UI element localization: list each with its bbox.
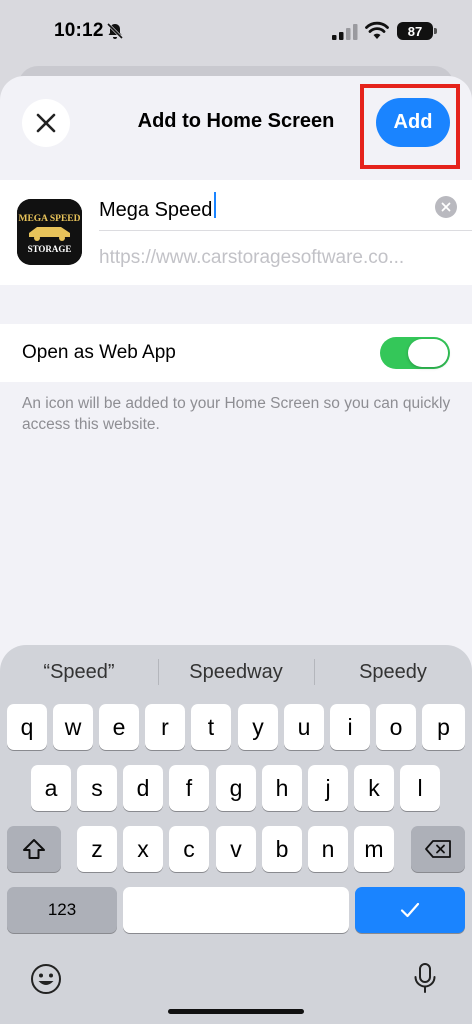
- logo-text-top: MEGA SPEED: [18, 214, 80, 224]
- web-app-footnote: An icon will be added to your Home Scree…: [22, 395, 451, 433]
- microphone-icon[interactable]: [408, 961, 442, 995]
- suggestion-item[interactable]: Speedway: [174, 661, 298, 684]
- shortcut-details-card: MEGA SPEED STORAGE https://www.carstorag…: [0, 180, 472, 285]
- suggestion-divider: [314, 659, 315, 685]
- key-a[interactable]: a: [31, 765, 71, 811]
- cellular-signal-icon: [332, 24, 358, 40]
- battery-level: 87: [407, 23, 423, 39]
- key-y[interactable]: y: [238, 704, 278, 750]
- text-cursor: [214, 192, 216, 218]
- delete-key[interactable]: [411, 826, 465, 872]
- emoji-icon[interactable]: [29, 962, 63, 996]
- key-c[interactable]: c: [169, 826, 209, 872]
- done-key[interactable]: [355, 887, 465, 933]
- key-r[interactable]: r: [145, 704, 185, 750]
- web-app-row: Open as Web App: [0, 324, 472, 382]
- checkmark-icon: [400, 902, 420, 918]
- keyboard: “Speed” Speedway Speedy q w e r t y u i …: [0, 645, 472, 1024]
- key-p[interactable]: p: [422, 704, 465, 750]
- key-v[interactable]: v: [216, 826, 256, 872]
- key-l[interactable]: l: [400, 765, 440, 811]
- key-m[interactable]: m: [354, 826, 394, 872]
- key-e[interactable]: e: [99, 704, 139, 750]
- key-b[interactable]: b: [262, 826, 302, 872]
- numbers-key[interactable]: 123: [7, 887, 117, 933]
- shortcut-name-input[interactable]: [99, 190, 429, 230]
- key-u[interactable]: u: [284, 704, 324, 750]
- status-bar: 10:12 87: [0, 0, 472, 64]
- suggestion-bar: “Speed” Speedway Speedy: [0, 645, 472, 697]
- key-o[interactable]: o: [376, 704, 416, 750]
- status-time: 10:12: [54, 20, 104, 41]
- key-x[interactable]: x: [123, 826, 163, 872]
- key-h[interactable]: h: [262, 765, 302, 811]
- key-k[interactable]: k: [354, 765, 394, 811]
- backspace-icon: [425, 840, 451, 858]
- add-button[interactable]: Add: [376, 98, 450, 147]
- key-g[interactable]: g: [216, 765, 256, 811]
- logo-text-bottom: STORAGE: [28, 244, 72, 254]
- bell-slash-icon: [106, 22, 124, 40]
- key-f[interactable]: f: [169, 765, 209, 811]
- suggestion-item[interactable]: “Speed”: [24, 661, 134, 684]
- shortcut-url: https://www.carstoragesoftware.co...: [99, 247, 405, 268]
- key-s[interactable]: s: [77, 765, 117, 811]
- shift-icon: [23, 839, 45, 859]
- key-i[interactable]: i: [330, 704, 370, 750]
- space-key[interactable]: [123, 887, 349, 933]
- key-w[interactable]: w: [53, 704, 93, 750]
- key-d[interactable]: d: [123, 765, 163, 811]
- clear-text-button[interactable]: [435, 196, 457, 218]
- web-app-toggle[interactable]: [380, 337, 450, 369]
- key-n[interactable]: n: [308, 826, 348, 872]
- wifi-icon: [365, 21, 389, 39]
- key-t[interactable]: t: [191, 704, 231, 750]
- clear-x-icon: [441, 202, 451, 212]
- key-z[interactable]: z: [77, 826, 117, 872]
- car-storage-logo-icon: MEGA SPEED STORAGE: [17, 199, 82, 265]
- battery-icon: 87: [397, 22, 437, 40]
- card-divider: [99, 230, 472, 231]
- home-indicator: [168, 1009, 304, 1014]
- key-j[interactable]: j: [308, 765, 348, 811]
- suggestion-item[interactable]: Speedy: [334, 661, 452, 684]
- sheet-nav-bar: Add to Home Screen Add: [0, 76, 472, 176]
- web-app-label: Open as Web App: [22, 342, 176, 363]
- toggle-knob: [408, 339, 448, 367]
- shift-key[interactable]: [7, 826, 61, 872]
- app-icon: MEGA SPEED STORAGE: [17, 199, 82, 265]
- key-q[interactable]: q: [7, 704, 47, 750]
- suggestion-divider: [158, 659, 159, 685]
